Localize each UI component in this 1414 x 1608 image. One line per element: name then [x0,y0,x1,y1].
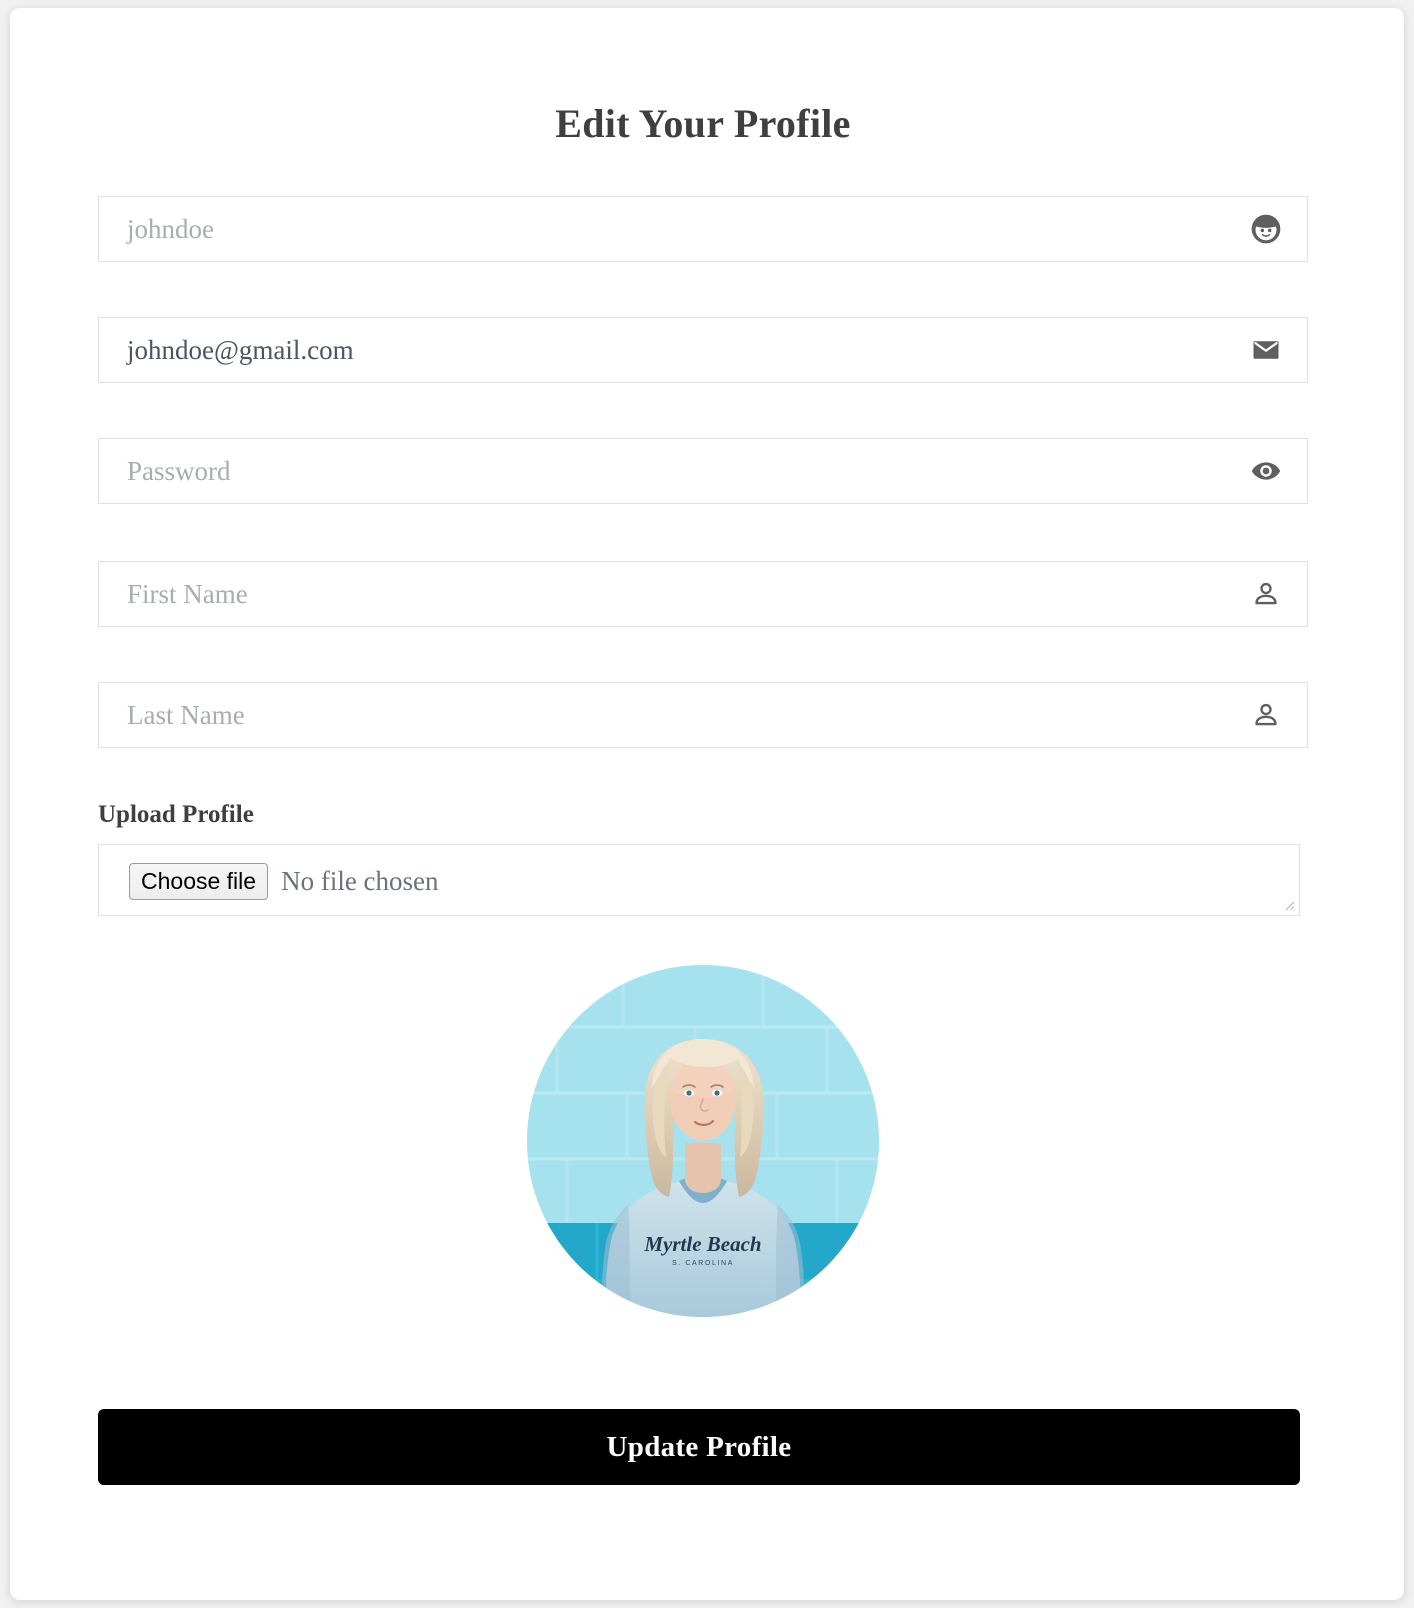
username-placeholder: johndoe [127,214,214,244]
upload-profile-label: Upload Profile [98,801,254,828]
avatar: Myrtle Beach S. CAROLINA [527,965,879,1317]
file-status-text: No file chosen [281,866,439,897]
username-field[interactable]: johndoe [98,196,1308,262]
email-value: johndoe@gmail.com [127,335,354,365]
sweatshirt-subtext: S. CAROLINA [672,1260,734,1267]
password-field[interactable]: Password [98,438,1308,504]
profile-card: Edit Your Profile johndoe johndoe@gmail.… [10,8,1404,1600]
first-name-placeholder: First Name [127,579,248,609]
avatar-preview-wrapper: Myrtle Beach S. CAROLINA [98,965,1308,1317]
choose-file-button[interactable]: Choose file [129,863,269,901]
last-name-placeholder: Last Name [127,700,245,730]
envelope-icon [1249,333,1283,367]
file-input-row: Choose file No file chosen [129,863,439,901]
sweatshirt-text: Myrtle Beach [643,1232,761,1256]
password-placeholder: Password [127,456,231,486]
resize-grip-handle[interactable] [1280,896,1296,912]
eye-visibility-icon[interactable] [1249,454,1283,488]
last-name-field[interactable]: Last Name [98,682,1308,748]
face-account-icon [1249,212,1283,246]
email-field[interactable]: johndoe@gmail.com [98,317,1308,383]
page-title: Edit Your Profile [555,101,851,146]
update-profile-button[interactable]: Update Profile [98,1409,1300,1485]
person-outline-icon [1249,577,1283,611]
upload-profile-box[interactable]: Choose file No file chosen [98,844,1300,916]
person-outline-icon [1249,698,1283,732]
avatar-photo: Myrtle Beach S. CAROLINA [527,965,879,1317]
first-name-field[interactable]: First Name [98,561,1308,627]
